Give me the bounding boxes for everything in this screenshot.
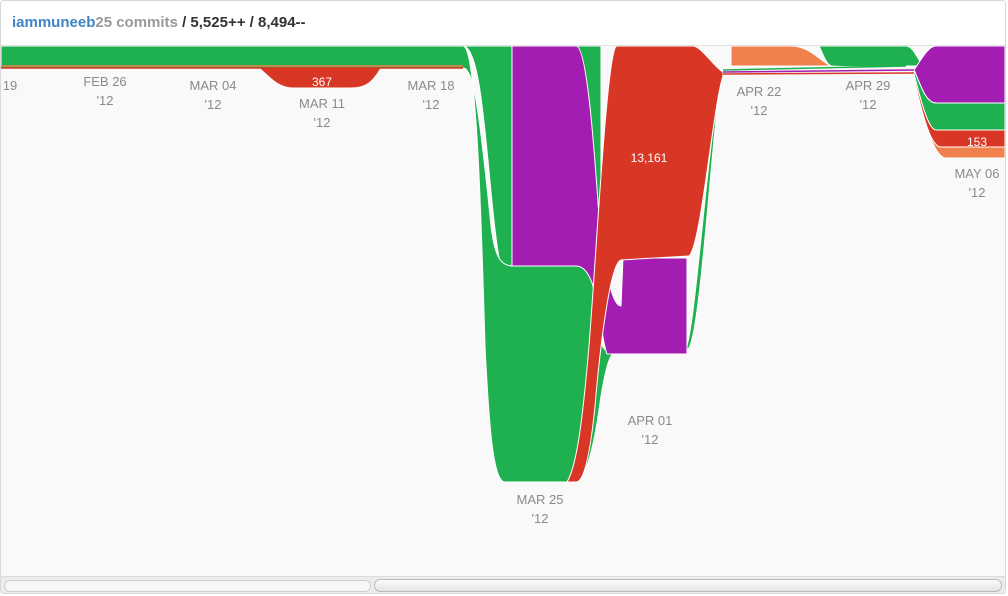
contributions-panel: iammuneeb25 commits / 5,525++ / 8,494-- …	[0, 0, 1006, 594]
x-tick-label: MAR 25	[517, 492, 564, 507]
streamgraph-chart[interactable]: 19 FEB 26 '12 MAR 04 '12 MAR 11 '12 MAR 18 '12 MA…	[1, 46, 1005, 576]
stream-layer-purple[interactable]	[913, 46, 1005, 104]
x-tick-year: '12	[97, 93, 114, 108]
x-tick-year: '12	[642, 432, 659, 447]
stream-layer-orange[interactable]	[730, 46, 832, 67]
x-tick-label: APR 22	[737, 84, 782, 99]
additions-count: 5,525++	[190, 14, 246, 31]
x-tick-year: '12	[423, 97, 440, 112]
data-label: 367	[312, 75, 332, 89]
panel-header: iammuneeb25 commits / 5,525++ / 8,494--	[1, 1, 1005, 46]
scrollbar-thumb[interactable]	[374, 579, 1002, 592]
x-tick-year: '12	[751, 103, 768, 118]
x-tick-year: '12	[860, 97, 877, 112]
stream-layers	[1, 46, 1005, 483]
x-tick-label: 19	[3, 78, 17, 93]
stream-strand-red	[722, 72, 915, 75]
x-tick-label: MAR 04	[190, 78, 237, 93]
stream-strand-purple	[722, 69, 915, 73]
contributor-summary: iammuneeb25 commits / 5,525++ / 8,494--	[12, 14, 306, 31]
stream-layer-green[interactable]	[818, 46, 924, 68]
stream-strand-green	[722, 65, 907, 71]
x-tick-label: MAR 11	[299, 96, 345, 111]
horizontal-scrollbar[interactable]	[1, 576, 1005, 593]
username-link[interactable]: iammuneeb	[12, 14, 95, 31]
x-tick-year: '12	[532, 511, 549, 526]
x-tick-label: MAY 06	[954, 166, 999, 181]
streamgraph-area[interactable]: 19 FEB 26 '12 MAR 04 '12 MAR 11 '12 MAR 18 '12 MA…	[1, 46, 1005, 576]
data-label: 153	[967, 135, 987, 149]
x-tick-year: '12	[314, 115, 331, 130]
scrollbar-track[interactable]	[4, 580, 371, 592]
deletions-count: 8,494--	[258, 14, 306, 31]
x-tick-label: APR 29	[846, 78, 891, 93]
x-tick-label: APR 01	[628, 413, 673, 428]
x-tick-year: '12	[205, 97, 222, 112]
separator: /	[245, 14, 258, 31]
x-tick-label: MAR 18	[408, 78, 455, 93]
x-tick-year: '12	[969, 185, 986, 200]
commit-count: 25 commits	[95, 14, 178, 31]
separator: /	[177, 14, 191, 31]
data-label: 13,161	[631, 151, 668, 165]
x-tick-label: FEB 26	[83, 74, 126, 89]
